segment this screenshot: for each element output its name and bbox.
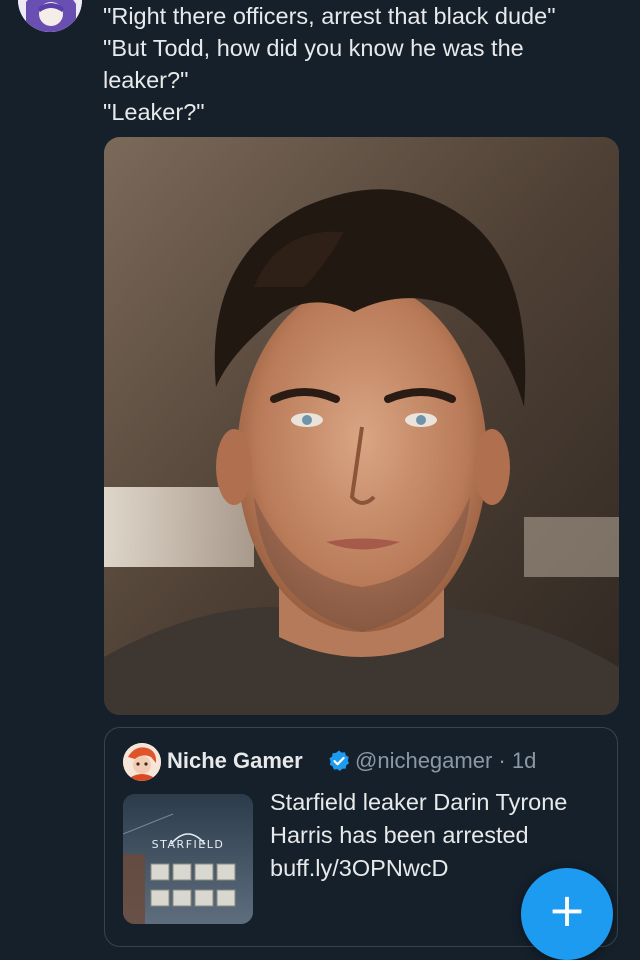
compose-button[interactable]: +: [521, 868, 613, 960]
tweet-line: "Leaker?": [103, 99, 205, 125]
quoted-author-avatar[interactable]: [123, 743, 161, 781]
author-avatar[interactable]: [18, 0, 82, 32]
tweet-media-photo[interactable]: [104, 137, 619, 715]
plus-icon: +: [547, 883, 587, 937]
tweet-text: "Right there officers, arrest that black…: [103, 0, 623, 128]
tweet-line: "Right there officers, arrest that black…: [103, 3, 556, 29]
tweet-line: leaker?": [103, 67, 189, 93]
quoted-author-name[interactable]: Niche Gamer: [167, 748, 303, 774]
thumbnail-title: STARFIELD: [151, 838, 225, 851]
verified-badge-icon: [329, 750, 349, 771]
quoted-handle-time: @nichegamer · 1d: [355, 748, 537, 773]
tweet-line: "But Todd, how did you know he was the: [103, 35, 524, 61]
quoted-line: Starfield leaker Darin Tyrone: [270, 789, 568, 815]
quoted-media-thumbnail[interactable]: STARFIELD: [123, 794, 253, 924]
quoted-line: Harris has been arrested: [270, 822, 529, 848]
